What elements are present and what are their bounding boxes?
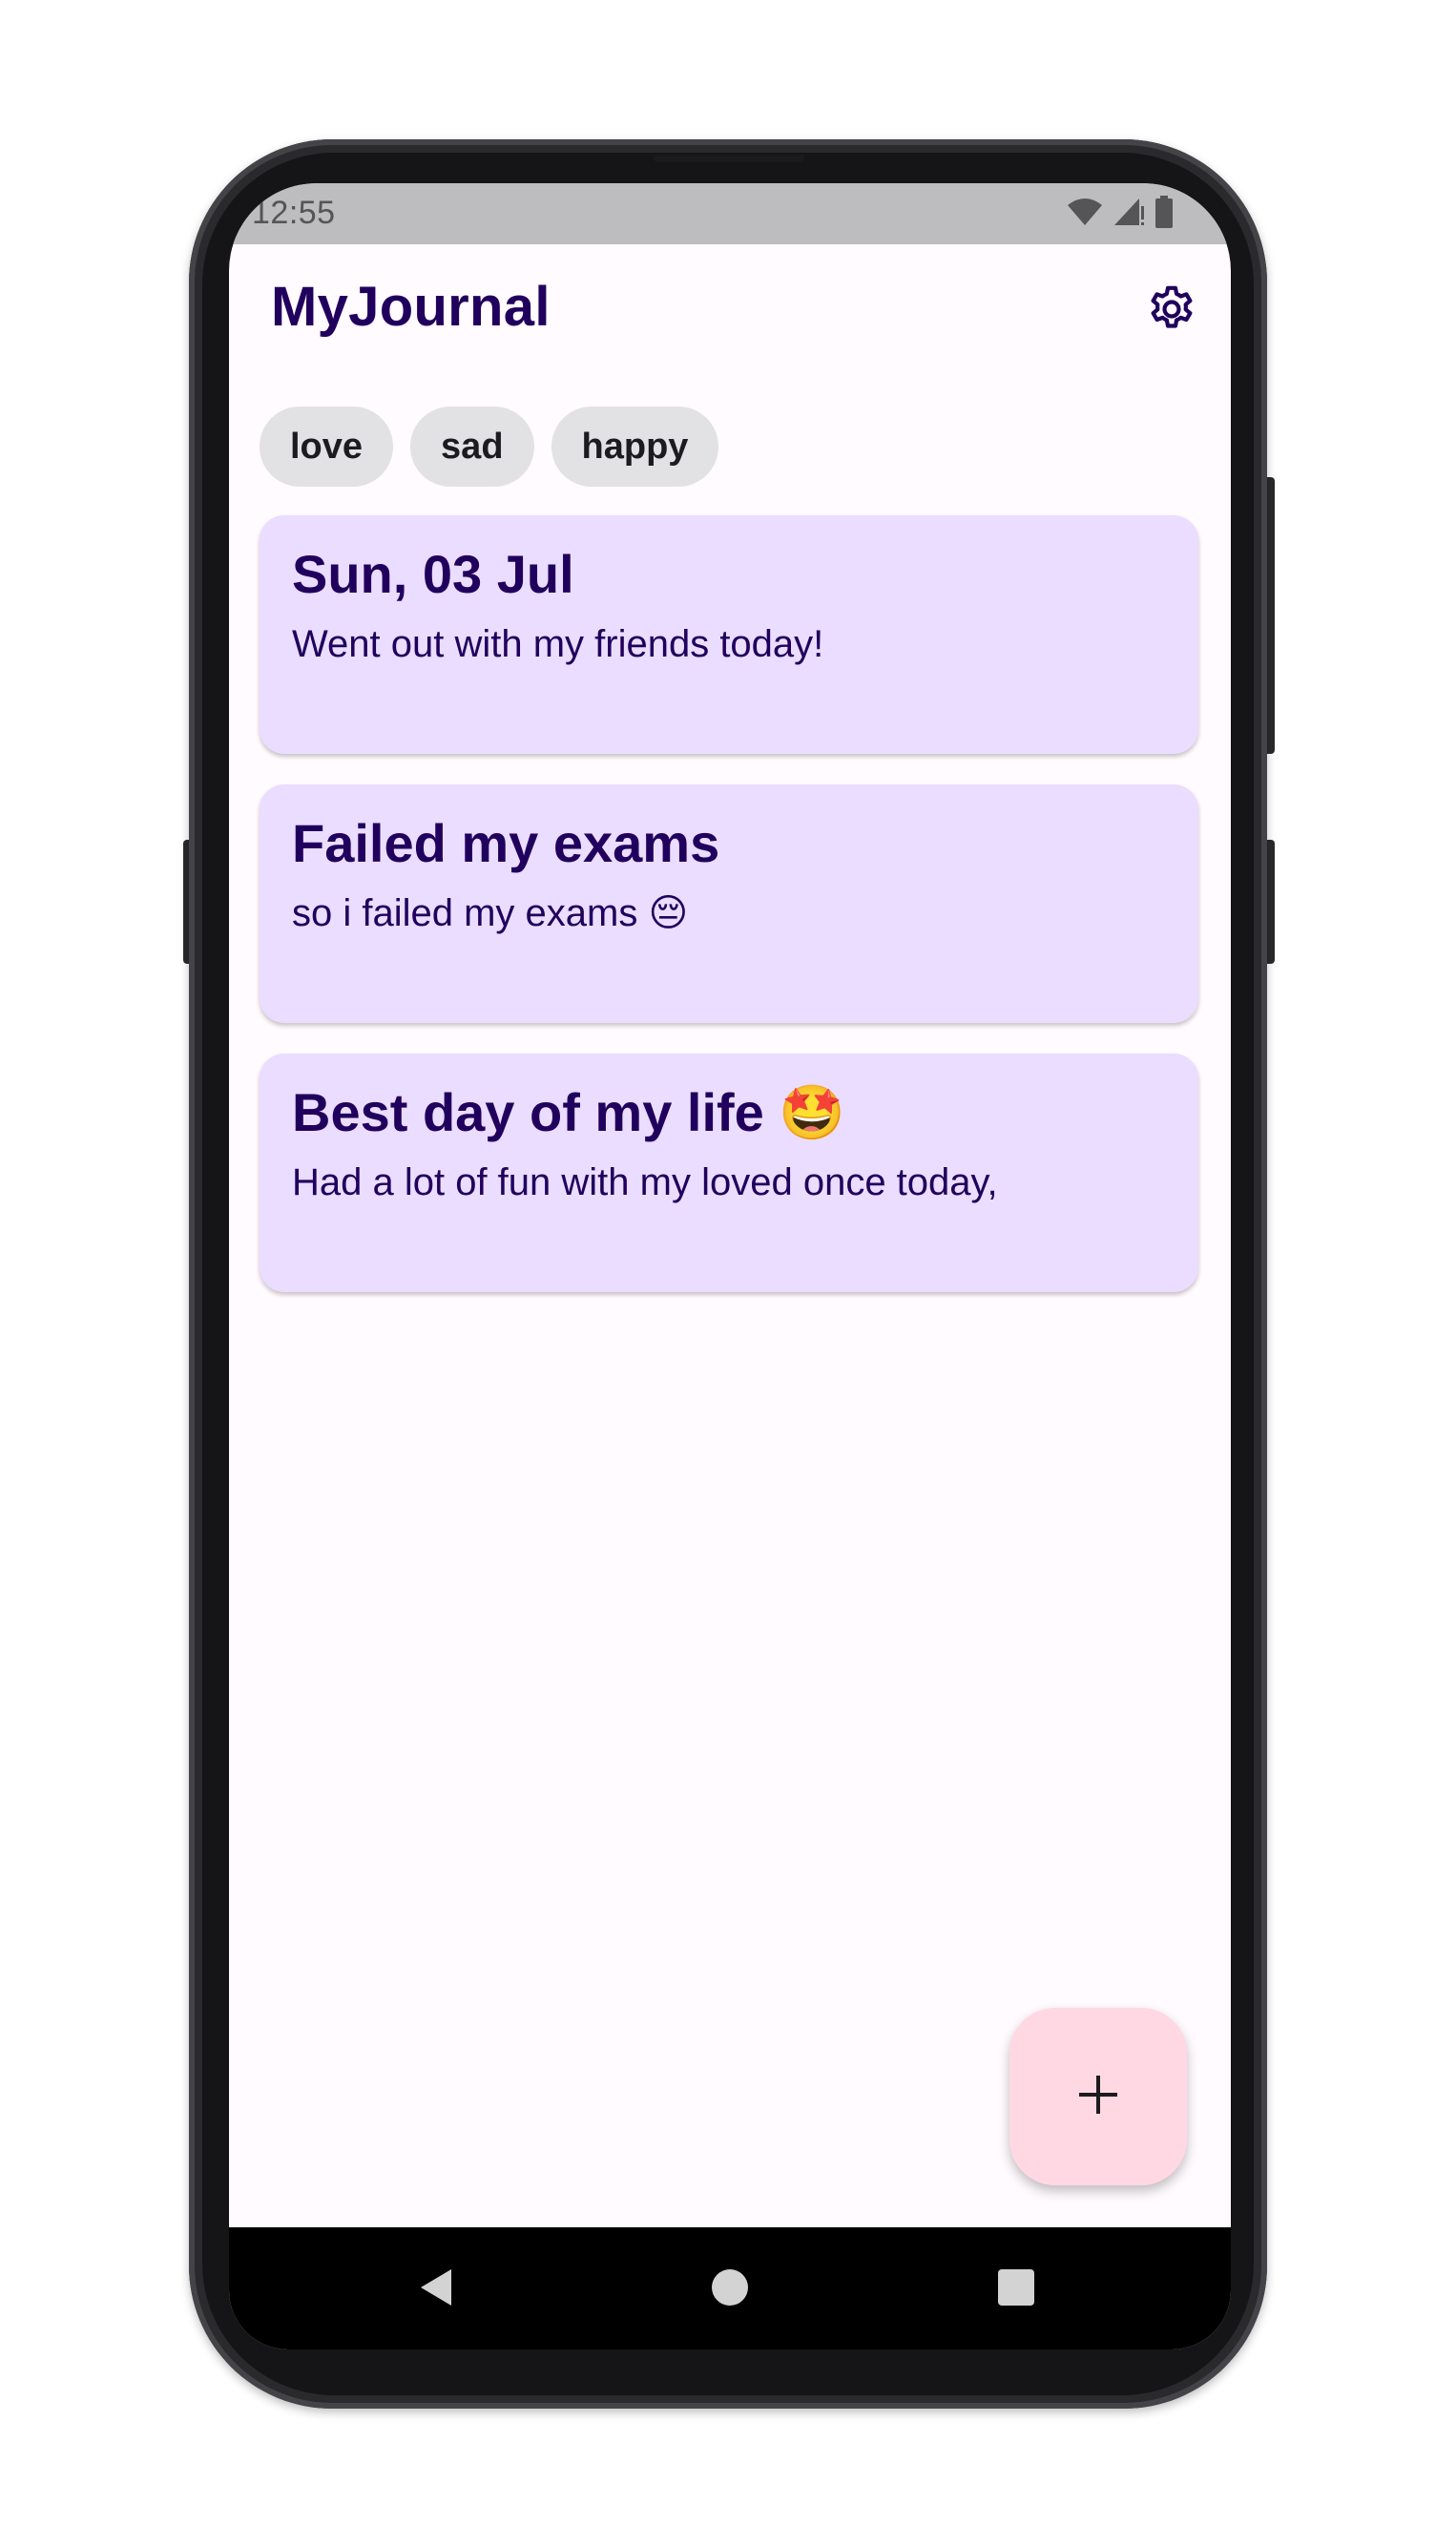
chip-love[interactable]: love (260, 407, 394, 487)
plus-icon (1077, 2074, 1119, 2120)
entry-body: so i failed my exams 😔 (292, 892, 689, 934)
chip-sad[interactable]: sad (410, 407, 534, 487)
system-nav-bar (229, 2227, 1231, 2349)
entry-card[interactable]: Sun, 03 Jul Went out with my friends tod… (260, 515, 1198, 754)
back-icon (417, 2267, 455, 2312)
app-header: MyJournal (229, 244, 1231, 378)
entry-list: Sun, 03 Jul Went out with my friends tod… (260, 515, 1198, 1323)
filter-chips: love sad happy (260, 407, 719, 487)
phone-speaker (654, 155, 804, 162)
nav-home-button[interactable] (710, 2267, 750, 2312)
entry-card[interactable]: Failed my exams so i failed my exams 😔 (260, 784, 1198, 1023)
entry-card[interactable]: Best day of my life 🤩 Had a lot of fun w… (260, 1054, 1198, 1292)
home-icon (710, 2267, 750, 2312)
entry-title: Best day of my life 🤩 (292, 1082, 846, 1142)
entry-body: Had a lot of fun with my loved once toda… (292, 1161, 998, 1203)
signal-icon (1113, 197, 1145, 232)
recents-icon (997, 2268, 1035, 2311)
status-icons (1067, 195, 1174, 233)
app-screen: 12:55 MyJournal love sad happy Sun, 03 J… (229, 183, 1231, 2349)
add-entry-button[interactable] (1009, 2008, 1187, 2185)
entry-title: Failed my exams (292, 813, 720, 873)
chip-happy[interactable]: happy (551, 407, 719, 487)
battery-icon (1154, 195, 1174, 233)
nav-back-button[interactable] (416, 2267, 456, 2312)
wifi-icon (1067, 198, 1103, 231)
gear-icon (1145, 282, 1198, 341)
status-time: 12:55 (252, 195, 336, 231)
settings-button[interactable] (1143, 282, 1200, 340)
nav-recents-button[interactable] (996, 2268, 1036, 2311)
entry-title: Sun, 03 Jul (292, 544, 574, 604)
app-title: MyJournal (271, 276, 551, 338)
status-bar: 12:55 (229, 183, 1231, 244)
entry-body: Went out with my friends today! (292, 623, 824, 665)
